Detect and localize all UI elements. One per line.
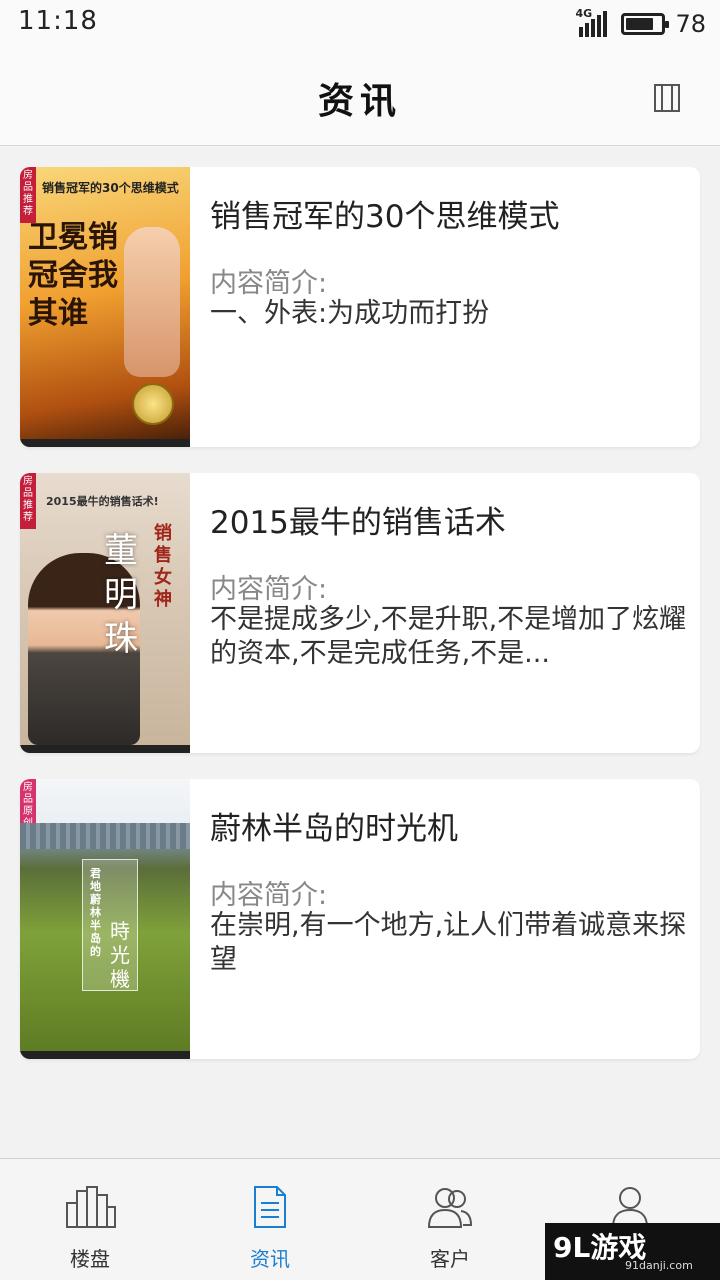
- article-summary: 不是提成多少,不是升职,不是增加了炫耀的资本,不是完成任务,不是...: [210, 604, 687, 669]
- cover-slogan: 時光機: [110, 919, 130, 991]
- cover-slogan: 卫冕销冠舍我其谁: [28, 220, 118, 331]
- article-title: 销售冠军的30个思维模式: [210, 199, 560, 235]
- battery-percent: 78: [675, 10, 706, 38]
- cover-plaque-text: 君地蔚林半岛的: [90, 867, 101, 958]
- cover-heading: 2015最牛的销售话术!: [46, 495, 159, 508]
- tab-customers[interactable]: 客户: [360, 1159, 540, 1280]
- network-type: 4G: [575, 7, 593, 20]
- book-icon[interactable]: [654, 84, 680, 112]
- article-card[interactable]: 房品推荐 销售冠军的30个思维模式 卫冕销冠舍我其谁 销售冠军的30个思维模式 …: [20, 167, 700, 447]
- tab-label: 楼盘: [70, 1247, 110, 1271]
- tab-news[interactable]: 资讯: [180, 1159, 360, 1280]
- document-icon: [254, 1186, 286, 1228]
- cover-name: 董明珠: [104, 531, 138, 659]
- watermark-site: 91danji.com: [625, 1259, 693, 1272]
- battery-icon: [621, 13, 670, 35]
- medal-icon: [132, 383, 174, 425]
- tab-buildings[interactable]: 楼盘: [0, 1159, 180, 1280]
- victory-hand-icon: [124, 227, 180, 377]
- article-title: 蔚林半岛的时光机: [210, 811, 458, 847]
- buildings-icon: [66, 1186, 116, 1228]
- castle-photo: [20, 823, 190, 849]
- cover-tag: 房品推荐: [20, 167, 36, 223]
- status-indicators: 4G 78: [575, 7, 706, 40]
- article-cover: 房品推荐 销售冠军的30个思维模式 卫冕销冠舍我其谁: [20, 167, 190, 447]
- signal-icon: 4G: [575, 7, 611, 39]
- article-card[interactable]: 房品推荐 2015最牛的销售话术! 董明珠 销售女神 2015最牛的销售话术 内…: [20, 473, 700, 753]
- article-cover: 房品原创 君地蔚林半岛的 時光機: [20, 779, 190, 1059]
- app-header: 资讯: [0, 48, 720, 146]
- status-time: 11:18: [18, 6, 98, 36]
- cover-tag: 房品推荐: [20, 473, 36, 529]
- cover-heading: 销售冠军的30个思维模式: [42, 181, 179, 195]
- status-bar: 11:18 4G 78: [0, 0, 720, 48]
- article-title: 2015最牛的销售话术: [210, 505, 506, 541]
- article-cover: 房品推荐 2015最牛的销售话术! 董明珠 销售女神: [20, 473, 190, 753]
- article-intro-label: 内容简介:: [210, 880, 328, 911]
- article-intro-label: 内容简介:: [210, 268, 328, 299]
- article-summary: 在崇明,有一个地方,让人们带着诚意来探望: [210, 910, 687, 975]
- article-summary: 一、外表:为成功而打扮: [210, 298, 490, 329]
- tab-label: 客户: [430, 1247, 470, 1271]
- article-card[interactable]: 房品原创 君地蔚林半岛的 時光機 蔚林半岛的时光机 内容简介: 在崇明,有一个地…: [20, 779, 700, 1059]
- site-watermark: 9L游戏 91danji.com: [545, 1223, 720, 1280]
- cover-side-text: 销售女神: [154, 523, 172, 610]
- article-intro-label: 内容简介:: [210, 574, 328, 605]
- customers-icon: [427, 1188, 473, 1228]
- tab-label: 资讯: [250, 1247, 290, 1271]
- page-title: 资讯: [317, 80, 402, 122]
